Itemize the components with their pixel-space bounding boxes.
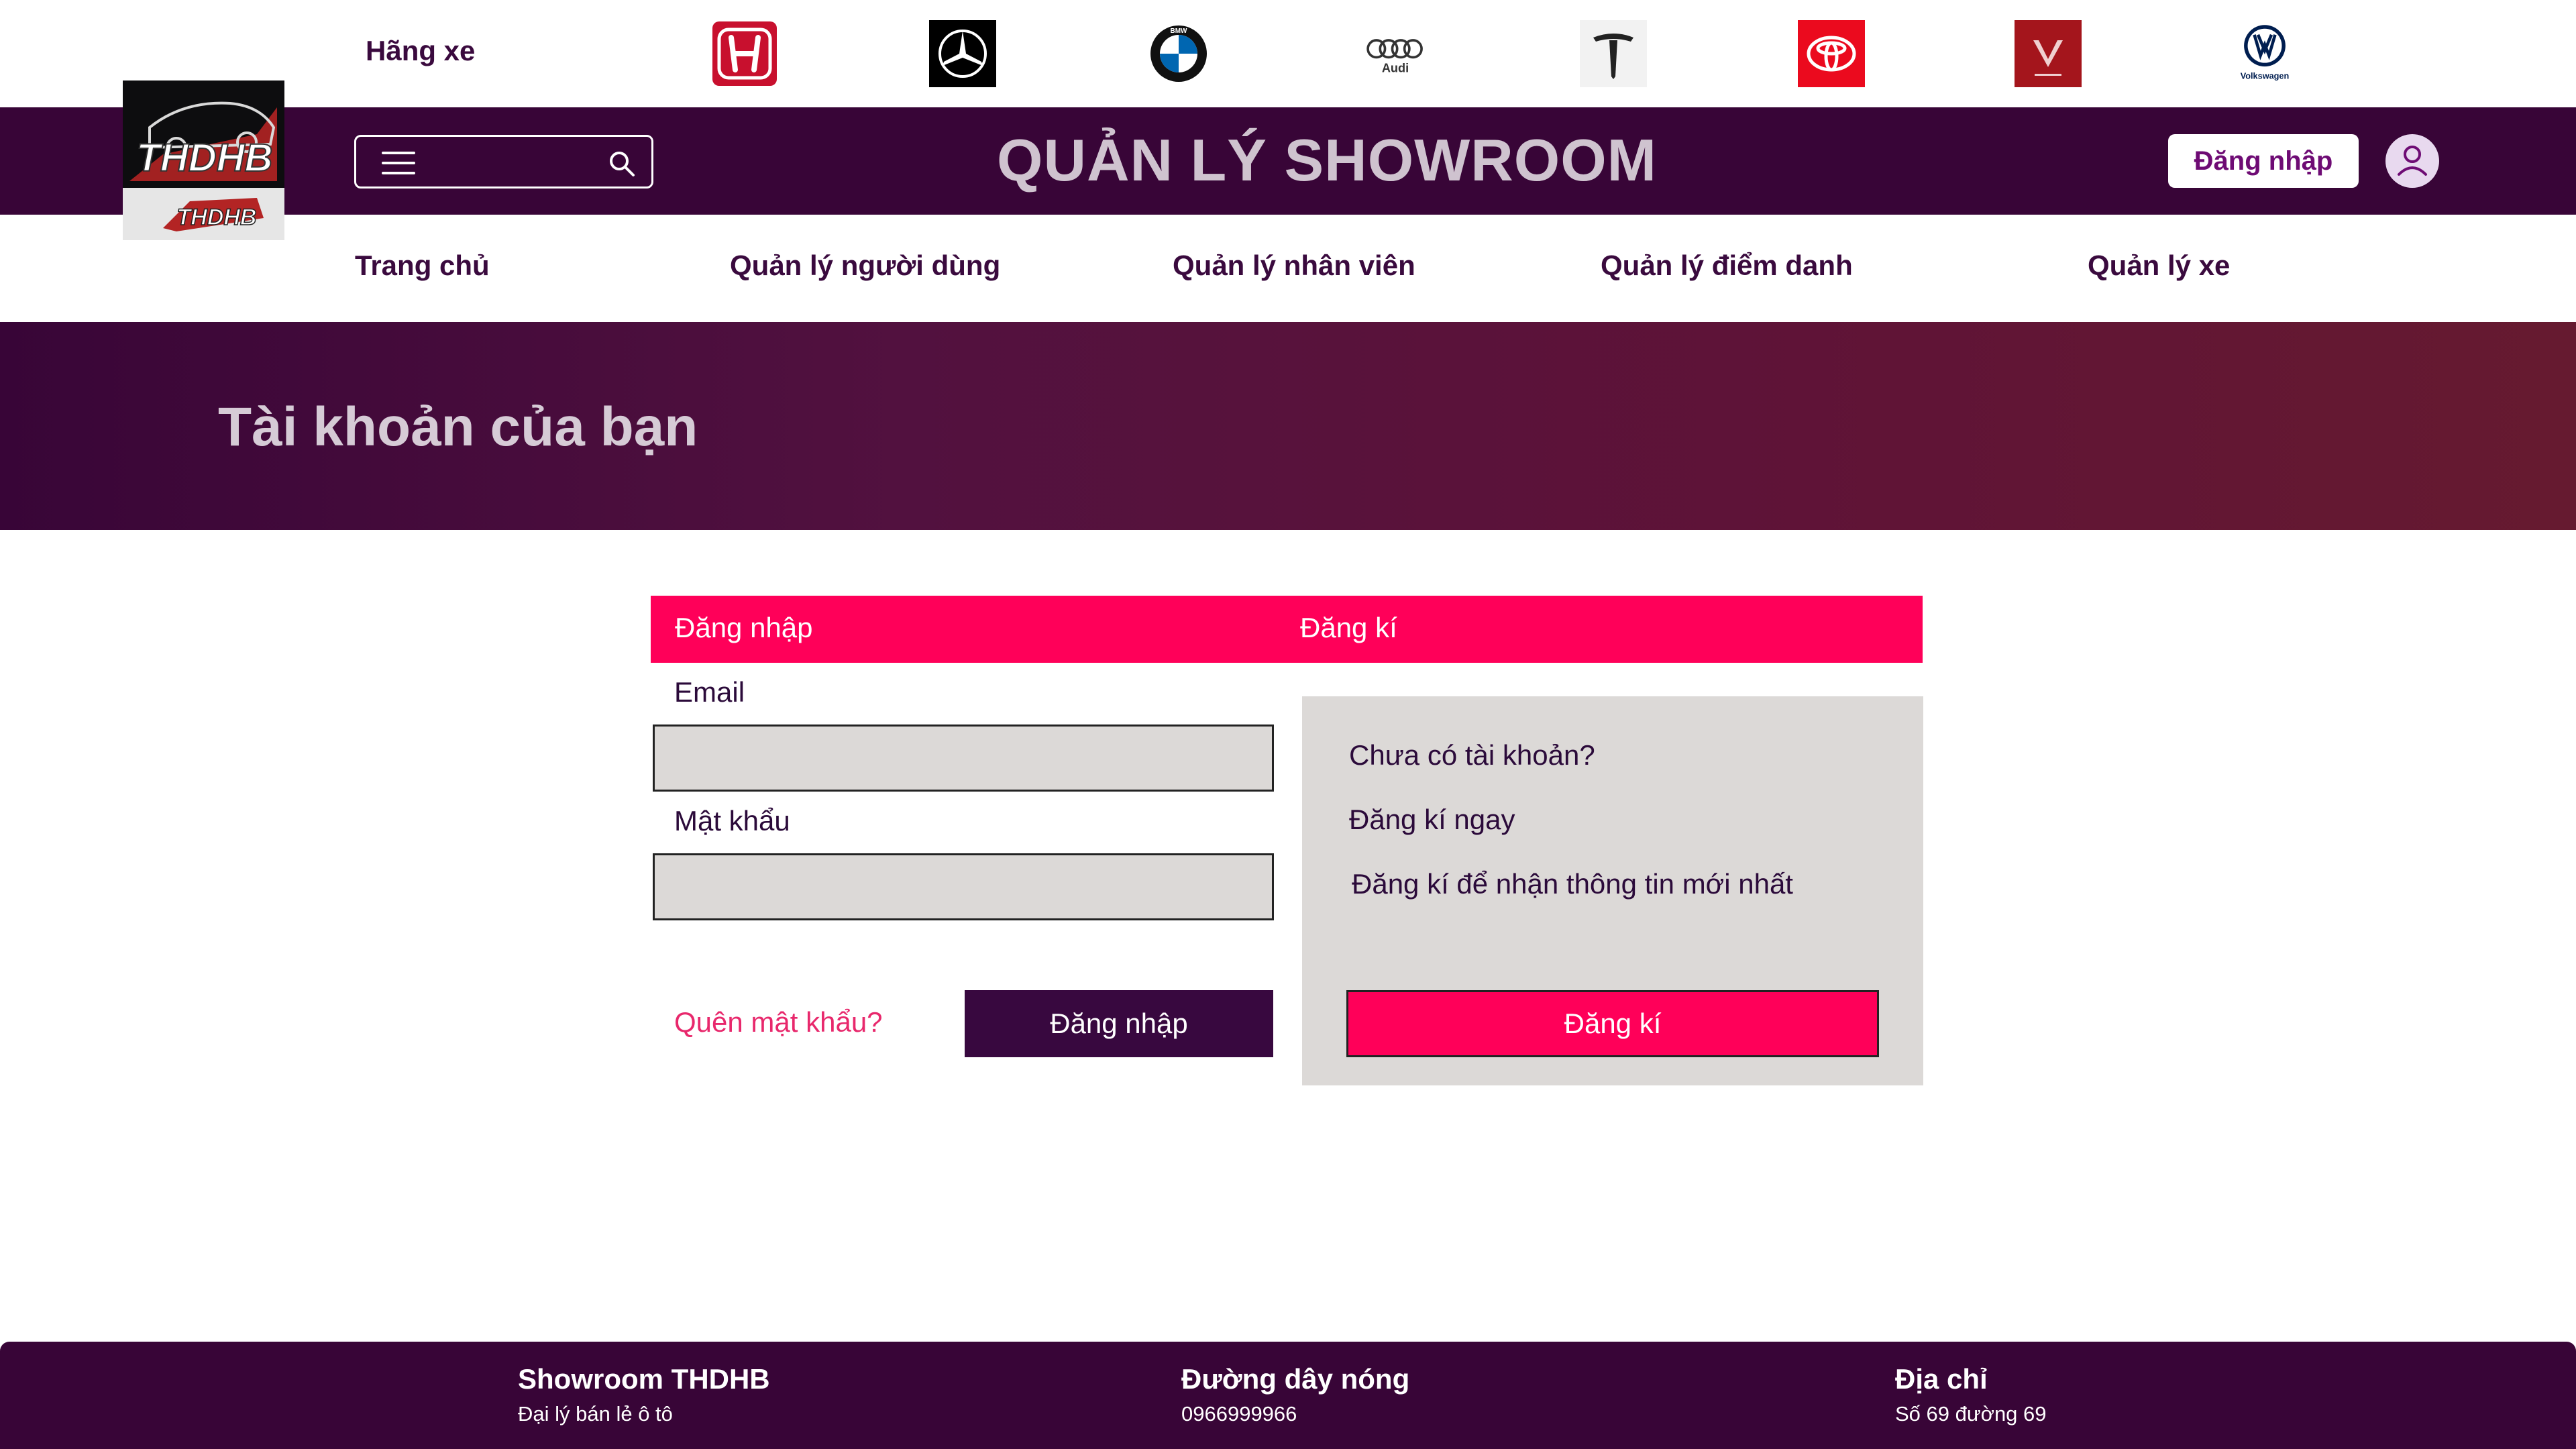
page-title: QUẢN LÝ SHOWROOM [997,127,1657,193]
nav-item-staff[interactable]: Quản lý nhân viên [1173,250,1415,282]
banner-title: Tài khoản của bạn [218,396,698,458]
header-login-button[interactable]: Đăng nhập [2168,134,2359,188]
account-banner: Tài khoản của bạn [0,322,2576,530]
nav-item-users[interactable]: Quản lý người dùng [730,250,1000,282]
footer-address: Địa chỉ Số 69 đường 69 [1895,1363,2047,1426]
svg-text:THDHB: THDHB [177,205,257,230]
site-logo[interactable]: THDHB THDHB [123,80,284,240]
footer-hotline-title: Đường dây nóng [1181,1363,1410,1395]
register-now-text: Đăng kí ngay [1349,804,1515,835]
tab-register[interactable]: Đăng kí [1300,612,1397,644]
footer: Showroom THDHB Đại lý bán lẻ ô tô Đường … [0,1342,2576,1449]
mercedes-logo[interactable] [929,20,996,87]
register-panel: Chưa có tài khoản? Đăng kí ngay Đăng kí … [1302,696,1923,1085]
email-field[interactable] [653,724,1274,792]
vinfast-logo[interactable] [2015,20,2082,87]
footer-showroom: Showroom THDHB Đại lý bán lẻ ô tô [518,1363,770,1426]
volkswagen-logo[interactable]: Volkswagen [2231,20,2298,87]
main-nav: Trang chủ Quản lý người dùng Quản lý nhâ… [0,215,2576,322]
login-submit-button[interactable]: Đăng nhập [965,990,1273,1057]
footer-hotline-number: 0966999966 [1181,1402,1297,1426]
toyota-logo[interactable] [1798,20,1865,87]
account-tab-bar: Đăng nhập Đăng kí [651,596,1923,663]
register-button[interactable]: Đăng kí [1346,990,1879,1057]
tab-login[interactable]: Đăng nhập [675,612,813,644]
brand-label: Hãng xe [366,35,476,66]
nav-item-attendance[interactable]: Quản lý điểm danh [1601,250,1853,282]
svg-text:Audi: Audi [1382,61,1409,74]
honda-logo[interactable] [711,20,778,87]
footer-address-title: Địa chỉ [1895,1363,1988,1395]
tesla-logo[interactable] [1580,20,1647,87]
user-avatar-icon[interactable] [2385,134,2439,188]
audi-logo[interactable]: Audi [1362,20,1429,87]
email-label: Email [674,676,745,708]
password-label: Mật khẩu [674,805,790,837]
nav-item-cars[interactable]: Quản lý xe [2088,250,2230,282]
footer-hotline: Đường dây nóng 0966999966 [1181,1363,1409,1426]
password-field[interactable] [653,853,1274,920]
footer-address-text: Số 69 đường 69 [1895,1402,2047,1426]
svg-text:Volkswagen: Volkswagen [2241,70,2290,80]
svg-text:BMW: BMW [1171,28,1188,35]
footer-showroom-title: Showroom THDHB [518,1363,770,1395]
register-info-text: Đăng kí để nhận thông tin mới nhất [1352,868,1793,900]
header-bar: QUẢN LÝ SHOWROOM Đăng nhập [0,107,2576,215]
search-box[interactable] [354,135,653,189]
forgot-password-link[interactable]: Quên mật khẩu? [674,1006,883,1038]
menu-icon[interactable] [382,152,415,176]
brand-bar: Hãng xe BMW Audi Volkswagen [0,0,2576,107]
nav-item-home[interactable]: Trang chủ [355,250,490,282]
bmw-logo[interactable]: BMW [1145,20,1212,87]
footer-showroom-subtitle: Đại lý bán lẻ ô tô [518,1402,673,1426]
svg-text:THDHB: THDHB [137,136,273,180]
search-icon[interactable] [607,149,637,178]
register-question: Chưa có tài khoản? [1349,739,1595,771]
